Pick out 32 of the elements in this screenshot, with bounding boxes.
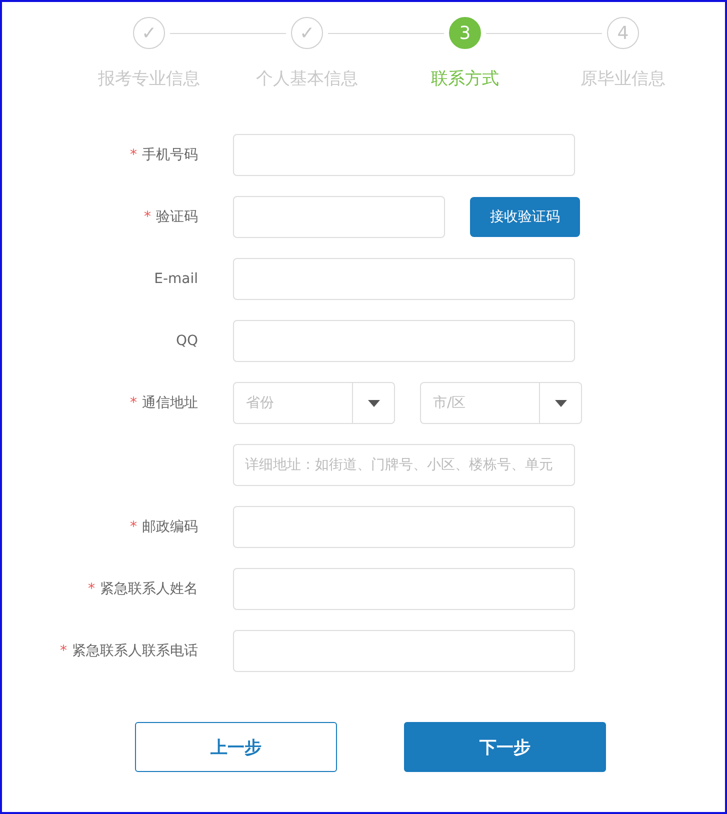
caret-icon [368, 400, 380, 406]
input-field[interactable] [233, 506, 575, 548]
input-field[interactable] [233, 258, 575, 300]
field-label: E-mail [154, 271, 198, 287]
required-mark: * [130, 395, 137, 411]
required-mark: * [60, 643, 67, 659]
input-field[interactable]: 详细地址：如街道、门牌号、小区、楼栋号、单元 [233, 444, 575, 486]
next-button[interactable]: 下一步 [404, 722, 606, 772]
caret-icon [554, 400, 566, 406]
input-field[interactable] [233, 196, 445, 238]
step-circle: ✓ [291, 17, 323, 49]
step-circle: 4 [607, 17, 639, 49]
input-field[interactable] [233, 320, 575, 362]
field-label: 邮政编码 [142, 518, 198, 536]
required-mark: * [130, 147, 137, 163]
required-mark: * [88, 581, 95, 597]
field-label: 紧急联系人联系电话 [72, 642, 198, 660]
input-field[interactable] [233, 568, 575, 610]
input-field[interactable] [233, 630, 575, 672]
field-label: 手机号码 [142, 146, 198, 164]
required-mark: * [144, 209, 151, 225]
step-circle: 3 [449, 17, 481, 49]
field-label: 验证码 [156, 208, 198, 226]
step-circle: ✓ [133, 17, 165, 49]
field-label: 通信地址 [142, 394, 198, 412]
required-mark: * [130, 519, 137, 535]
field-label: 紧急联系人姓名 [100, 580, 198, 598]
field-label: QQ [176, 333, 198, 349]
send-code-button[interactable]: 接收验证码 [470, 197, 580, 237]
input-field[interactable] [233, 134, 575, 176]
step-label: 联系方式 [431, 68, 499, 90]
back-button[interactable]: 上一步 [135, 722, 337, 772]
